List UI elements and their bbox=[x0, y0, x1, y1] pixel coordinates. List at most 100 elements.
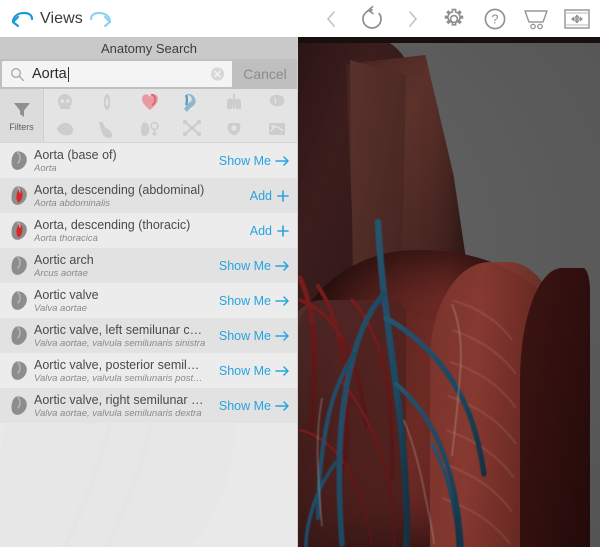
result-name: Aortic valve, posterior semilunar cusp bbox=[34, 357, 206, 372]
action-label: Show Me bbox=[218, 258, 271, 273]
action-label: Show Me bbox=[218, 363, 271, 378]
result-latin: Valva aortae, valvula semilunaris poster… bbox=[34, 372, 206, 384]
arrow-right-icon bbox=[275, 400, 289, 411]
result-name: Aortic arch bbox=[34, 252, 94, 267]
show-me-button[interactable]: Show Me bbox=[206, 154, 298, 168]
undo-arrow-icon[interactable] bbox=[10, 8, 36, 30]
spine-filter[interactable] bbox=[213, 116, 255, 143]
heart-red-highlight-icon bbox=[6, 220, 32, 241]
result-latin: Aorta bbox=[34, 162, 57, 174]
muscular-system-filter[interactable] bbox=[44, 116, 86, 143]
result-name: Aortic valve bbox=[34, 287, 99, 302]
heart-gray-icon bbox=[6, 150, 32, 171]
app-root: Views ? Anatomy Search Aorta Cancel Filt… bbox=[0, 0, 600, 547]
stomach-icon bbox=[99, 121, 113, 138]
views-control-group: Views bbox=[10, 4, 113, 34]
show-me-button[interactable]: Show Me bbox=[206, 329, 298, 343]
result-latin: Valva aortae, valvula semilunaris dextra bbox=[34, 407, 202, 419]
show-me-button[interactable]: Show Me bbox=[206, 294, 298, 308]
search-input[interactable]: Aorta bbox=[32, 66, 67, 82]
reproductive-system-filter[interactable] bbox=[129, 116, 171, 143]
heart-gray-icon bbox=[6, 290, 32, 311]
filters-button[interactable]: Filters bbox=[0, 89, 44, 142]
show-me-button[interactable]: Show Me bbox=[206, 259, 298, 273]
filter-icon-grid bbox=[44, 89, 298, 142]
viewport-top-shadow bbox=[290, 36, 600, 43]
search-input-container[interactable]: Aorta bbox=[2, 61, 232, 87]
heart-gray-icon bbox=[6, 360, 32, 381]
filters-label: Filters bbox=[9, 122, 34, 132]
brain-icon bbox=[269, 95, 285, 107]
clear-search-icon[interactable] bbox=[210, 67, 225, 82]
magnifier-icon bbox=[10, 67, 25, 82]
show-me-button[interactable]: Show Me bbox=[206, 364, 298, 378]
reproductive-icon bbox=[140, 121, 159, 136]
digestive-system-filter[interactable] bbox=[86, 116, 128, 143]
result-text: Aortic valve, left semilunar cusp Valva … bbox=[32, 323, 206, 349]
arrow-right-icon bbox=[275, 155, 289, 166]
heart-gray-icon bbox=[6, 255, 32, 276]
table-row[interactable]: Aortic valve, left semilunar cusp Valva … bbox=[0, 318, 298, 353]
filters-bar: Filters bbox=[0, 89, 298, 143]
table-row[interactable]: Aortic valve, posterior semilunar cusp V… bbox=[0, 353, 298, 388]
search-results-list: Aorta (base of) Aorta Show Me Aorta, des… bbox=[0, 143, 298, 423]
arrow-right-icon bbox=[275, 295, 289, 306]
result-name: Aorta, descending (thoracic) bbox=[34, 217, 191, 232]
arrow-right-icon bbox=[275, 330, 289, 341]
lungs-icon bbox=[227, 94, 242, 110]
nervous-system-filter[interactable] bbox=[86, 89, 128, 116]
heart-gray-icon bbox=[6, 395, 32, 416]
svg-text:?: ? bbox=[492, 12, 499, 26]
table-row[interactable]: Aortic valve Valva aortae Show Me bbox=[0, 283, 298, 318]
show-me-button[interactable]: Show Me bbox=[206, 399, 298, 413]
muscle-arm-icon bbox=[57, 122, 74, 135]
joint-bones-icon bbox=[182, 119, 202, 136]
redo-arrow-icon[interactable] bbox=[87, 8, 113, 30]
result-latin: Arcus aortae bbox=[34, 267, 88, 279]
settings-button[interactable] bbox=[435, 2, 473, 35]
panel-title: Anatomy Search bbox=[0, 37, 298, 59]
cart-button[interactable] bbox=[517, 2, 555, 35]
history-back-button[interactable] bbox=[312, 2, 350, 35]
plus-icon bbox=[277, 189, 289, 202]
add-button[interactable]: Add bbox=[206, 189, 298, 203]
cardiovascular-heart-filter[interactable] bbox=[129, 89, 171, 116]
joints-filter[interactable] bbox=[171, 116, 213, 143]
result-text: Aortic valve, right semilunar cusp Valva… bbox=[32, 393, 206, 419]
arrow-right-icon bbox=[275, 365, 289, 376]
action-label: Show Me bbox=[218, 398, 271, 413]
brain-filter[interactable] bbox=[256, 89, 298, 116]
result-name: Aorta, descending (abdominal) bbox=[34, 182, 205, 197]
arrow-right-icon bbox=[275, 260, 289, 271]
views-label: Views bbox=[40, 10, 83, 27]
table-row[interactable]: Aortic arch Arcus aortae Show Me bbox=[0, 248, 298, 283]
action-label: Add bbox=[249, 188, 272, 203]
funnel-icon bbox=[13, 103, 30, 117]
fit-to-screen-button[interactable] bbox=[558, 2, 596, 35]
add-button[interactable]: Add bbox=[206, 224, 298, 238]
plus-icon bbox=[277, 224, 289, 237]
help-button[interactable]: ? bbox=[476, 2, 514, 35]
table-row[interactable]: Aorta, descending (abdominal) Aorta abdo… bbox=[0, 178, 298, 213]
table-row[interactable]: Aorta, descending (thoracic) Aorta thora… bbox=[0, 213, 298, 248]
skeletal-system-filter[interactable] bbox=[44, 89, 86, 116]
text-caret bbox=[67, 66, 69, 82]
result-name: Aortic valve, right semilunar cusp bbox=[34, 392, 206, 407]
respiratory-system-filter[interactable] bbox=[213, 89, 255, 116]
result-latin: Valva aortae bbox=[34, 302, 87, 314]
action-label: Show Me bbox=[218, 293, 271, 308]
cancel-search-button[interactable]: Cancel bbox=[232, 59, 298, 89]
toolbar-right-actions: ? bbox=[312, 2, 596, 35]
microscopic-filter[interactable] bbox=[256, 116, 298, 143]
aorta-vessel-icon bbox=[184, 94, 196, 113]
vascular-aorta-filter[interactable] bbox=[171, 89, 213, 116]
anatomy-search-panel: Anatomy Search Aorta Cancel Filters Aort… bbox=[0, 37, 298, 547]
history-forward-button[interactable] bbox=[394, 2, 432, 35]
result-text: Aortic valve, posterior semilunar cusp V… bbox=[32, 358, 206, 384]
result-text: Aorta, descending (abdominal) Aorta abdo… bbox=[32, 183, 206, 209]
top-toolbar: Views ? bbox=[0, 0, 600, 37]
table-row[interactable]: Aortic valve, right semilunar cusp Valva… bbox=[0, 388, 298, 423]
vertebra-icon bbox=[227, 122, 241, 135]
reset-rotate-button[interactable] bbox=[353, 2, 391, 35]
table-row[interactable]: Aorta (base of) Aorta Show Me bbox=[0, 143, 298, 178]
